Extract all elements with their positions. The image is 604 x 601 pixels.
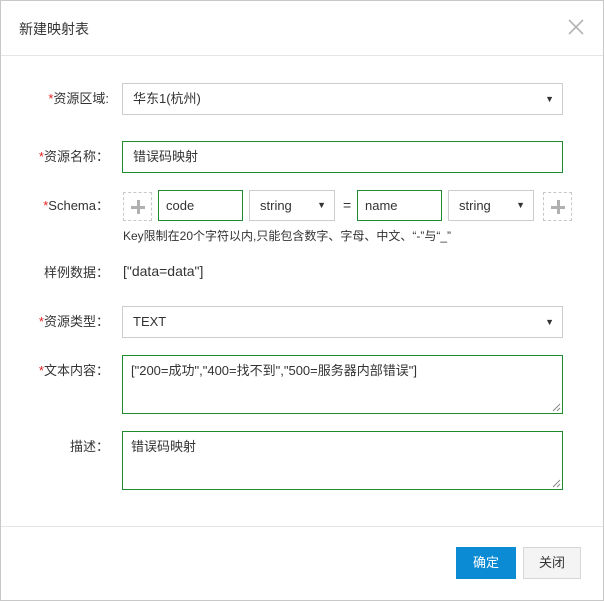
region-label: *资源区域:: [48, 91, 109, 106]
description-value: 错误码映射: [131, 439, 197, 454]
schema-key-type-value: string: [260, 198, 292, 213]
resource-name-input[interactable]: 错误码映射: [122, 141, 563, 173]
text-content-value: ["200=成功","400=找不到","500=服务器内部错误"]: [131, 363, 417, 378]
region-value: 华东1(杭州): [133, 91, 201, 106]
description-label: 描述：: [69, 439, 109, 454]
schema-value-type-value: string: [459, 198, 491, 213]
schema-label: *Schema：: [43, 198, 109, 213]
resize-handle-icon[interactable]: [552, 403, 561, 412]
new-mapping-dialog: 新建映射表 *资源区域: 华东1(杭州) ▼ *资源名称： 错误码映射 *Sch…: [0, 0, 604, 601]
text-content-textarea[interactable]: ["200=成功","400=找不到","500=服务器内部错误"]: [122, 355, 563, 414]
schema-key-input[interactable]: code: [158, 190, 243, 221]
schema-value-input[interactable]: name: [357, 190, 442, 221]
dialog-header: 新建映射表: [1, 1, 603, 56]
resource-type-select[interactable]: TEXT ▼: [122, 306, 563, 338]
name-label: *资源名称：: [38, 149, 109, 164]
resource-type-value: TEXT: [133, 314, 167, 329]
schema-hint: Key限制在20个字符以内,只能包含数字、字母、中文、“-”与“_”: [123, 229, 452, 243]
sample-value: ["data=data"]: [123, 263, 204, 279]
sample-label: 样例数据：: [43, 265, 109, 280]
confirm-button[interactable]: 确定: [456, 547, 516, 579]
resource-name-value: 错误码映射: [133, 149, 199, 164]
plus-icon[interactable]: [543, 192, 572, 221]
close-button[interactable]: 关闭: [523, 547, 581, 579]
plus-icon[interactable]: [123, 192, 152, 221]
dialog-title: 新建映射表: [19, 21, 89, 37]
caret-down-icon: ▼: [545, 317, 554, 327]
region-select[interactable]: 华东1(杭州) ▼: [122, 83, 563, 115]
equals-sign: =: [343, 197, 352, 213]
schema-key-value: code: [166, 198, 195, 213]
schema-value-type-select[interactable]: string ▼: [448, 190, 534, 221]
caret-down-icon: ▼: [516, 200, 525, 210]
schema-value-value: name: [365, 198, 398, 213]
dialog-footer: 确定 关闭: [1, 526, 603, 601]
close-icon[interactable]: [566, 17, 586, 37]
type-label: *资源类型：: [38, 314, 109, 329]
caret-down-icon: ▼: [545, 94, 554, 104]
caret-down-icon: ▼: [317, 200, 326, 210]
description-textarea[interactable]: 错误码映射: [122, 431, 563, 490]
content-label: *文本内容：: [38, 363, 109, 378]
resize-handle-icon[interactable]: [552, 479, 561, 488]
schema-key-type-select[interactable]: string ▼: [249, 190, 335, 221]
